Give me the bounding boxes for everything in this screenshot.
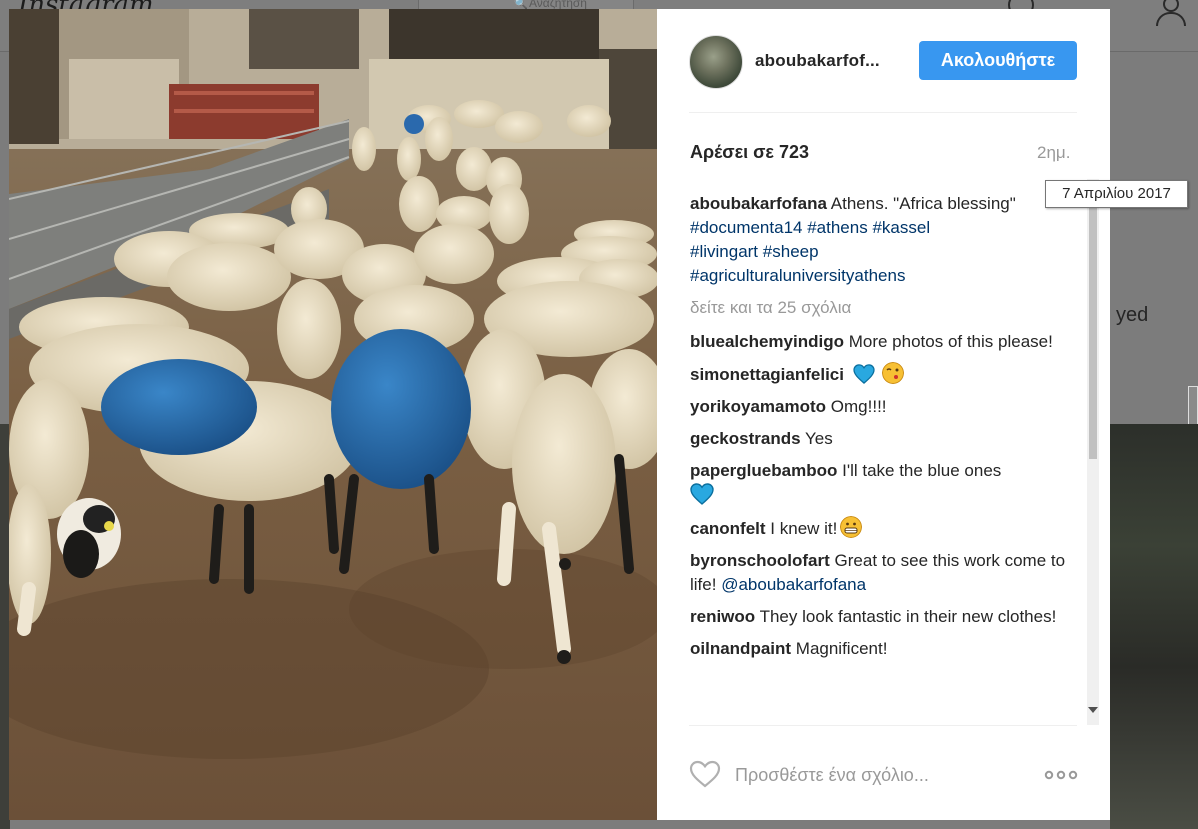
mention-link[interactable]: @aboubakarfofana (721, 575, 866, 594)
hashtag[interactable]: #kassel (872, 218, 930, 237)
comment: canonfelt I knew it! (690, 516, 1072, 541)
comment-username[interactable]: paperglueb​amboo (690, 461, 837, 480)
more-options-icon[interactable] (1044, 770, 1078, 780)
scrollbar-thumb[interactable] (1089, 203, 1097, 459)
comment-text: Magnificent! (795, 639, 888, 658)
blue-heart-icon (690, 483, 714, 505)
hashtag[interactable]: #athens (807, 218, 868, 237)
post-photo[interactable] (9, 9, 657, 820)
post-modal: aboubakarfof... Ακολουθήστε Αρέσει σε 72… (9, 9, 1110, 820)
avatar[interactable] (689, 35, 743, 89)
comment-text: I'll take the blue ones (842, 461, 1002, 480)
background-photo (1110, 424, 1198, 829)
comment: bluealchemyindigo More photos of this pl… (690, 330, 1072, 354)
comment-username[interactable]: canonfelt (690, 519, 766, 538)
comment: oilnandpaint Magnificent! (690, 637, 1072, 661)
follow-button[interactable]: Ακολουθήστε (919, 41, 1077, 80)
comment: simonettagianfelici (690, 362, 1072, 387)
post-sidebar: aboubakarfof... Ακολουθήστε Αρέσει σε 72… (657, 9, 1110, 820)
comments-scrollbar[interactable] (1087, 179, 1099, 725)
grinning-emoji (840, 516, 863, 538)
likes-count[interactable]: Αρέσει σε 723 (690, 142, 809, 163)
comment: byronschoolofart Great to see this work … (690, 549, 1072, 597)
post-time[interactable]: 2ημ. (1037, 143, 1070, 163)
caption-username[interactable]: aboubakarfofana (690, 194, 827, 213)
caption: aboubakarfofana Athens. "Africa blessing… (690, 192, 1072, 288)
comment-username[interactable]: oilnandpaint (690, 639, 791, 658)
hashtag[interactable]: #sheep (763, 242, 819, 261)
hashtag[interactable]: #documenta14 (690, 218, 802, 237)
comment: paperglueb​amboo I'll take the blue ones (690, 459, 1072, 508)
comment-username[interactable]: reniwoo (690, 607, 755, 626)
date-tooltip: 7 Απριλίου 2017 (1045, 180, 1188, 208)
comment-text: More photos of this please! (848, 332, 1053, 351)
author-username[interactable]: aboubakarfof... (755, 51, 880, 71)
comment-text: Yes (804, 429, 833, 448)
comment-bar (689, 725, 1078, 820)
post-header: aboubakarfof... Ακολουθήστε (689, 35, 1077, 113)
scroll-down-arrow-icon[interactable] (1088, 707, 1098, 713)
comment-text: Omg!!!! (830, 397, 887, 416)
comments-list[interactable]: aboubakarfofana Athens. "Africa blessing… (690, 192, 1072, 722)
comment-username[interactable]: simonettagianfelici (690, 365, 844, 384)
comment: reniwoo They look fantastic in their new… (690, 605, 1072, 629)
caption-text: Athens. "Africa blessing" (830, 194, 1016, 213)
heart-icon[interactable] (689, 760, 721, 788)
view-all-comments-link[interactable]: δείτε και τα 25 σχόλια (690, 296, 1072, 320)
comment: geckostrands Yes (690, 427, 1072, 451)
comment-username[interactable]: bluealchemyindigo (690, 332, 844, 351)
comment-text: I knew it! (770, 519, 838, 538)
blue-heart-icon (853, 364, 875, 384)
hashtag[interactable]: #agriculturaluniversityathens (690, 266, 905, 285)
profile-icon[interactable] (1156, 0, 1186, 26)
comment-username[interactable]: byronschoolofart (690, 551, 830, 570)
winking-kiss-emoji (882, 362, 905, 384)
background-partial-text: yed (1116, 304, 1149, 326)
comment-username[interactable]: geckostrands (690, 429, 801, 448)
add-comment-input[interactable] (735, 762, 1015, 788)
sheep-photo-illustration (9, 9, 657, 820)
comment-text: They look fantastic in their new clothes… (759, 607, 1057, 626)
comment: yorikoyamamoto Omg!!!! (690, 395, 1072, 419)
comment-username[interactable]: yorikoyamamoto (690, 397, 826, 416)
hashtag[interactable]: #livingart (690, 242, 758, 261)
